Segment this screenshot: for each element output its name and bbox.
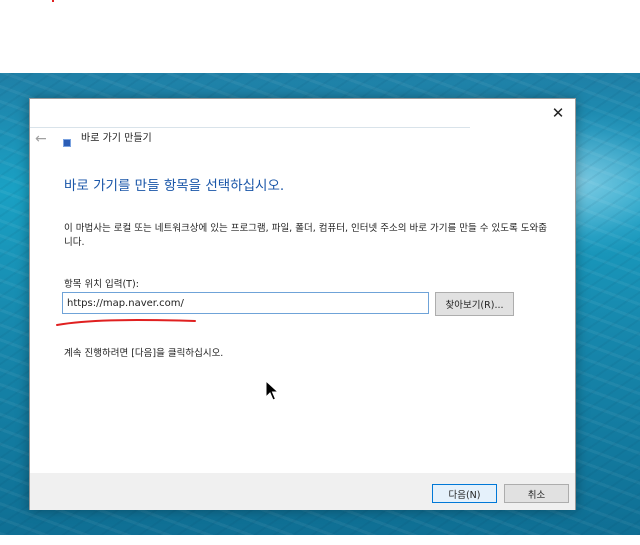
location-label: 항목 위치 입력(T):: [64, 279, 139, 290]
red-underline-annotation: [56, 319, 196, 326]
cancel-button[interactable]: 취소: [504, 484, 569, 503]
continue-hint: 계속 진행하려면 [다음]을 클릭하십시오.: [64, 348, 224, 359]
button-bar: 다음(N) 취소: [30, 473, 575, 510]
next-button[interactable]: 다음(N): [432, 484, 497, 503]
create-shortcut-dialog: ✕ ← 바로 가기 만들기 바로 가기를 만들 항목을 선택하십시오. 이 마법…: [29, 98, 576, 510]
wizard-description: 이 마법사는 로컬 또는 네트워크상에 있는 프로그램, 파일, 폴더, 컴퓨터…: [64, 223, 547, 248]
location-input[interactable]: [62, 292, 429, 314]
annotation-dot: [52, 0, 54, 2]
browse-button[interactable]: 찾아보기(R)...: [435, 292, 514, 316]
title-bar: ← 바로 가기 만들기: [30, 127, 470, 152]
bottom-blank-area: [0, 535, 640, 545]
back-arrow-icon[interactable]: ←: [35, 128, 47, 150]
mouse-cursor-icon: [265, 380, 279, 401]
dialog-title: 바로 가기 만들기: [81, 133, 152, 144]
screen: ✕ ← 바로 가기 만들기 바로 가기를 만들 항목을 선택하십시오. 이 마법…: [0, 0, 640, 545]
close-icon[interactable]: ✕: [547, 102, 569, 124]
shortcut-wizard-icon: [63, 139, 71, 147]
top-blank-area: [0, 0, 640, 73]
wizard-heading: 바로 가기를 만들 항목을 선택하십시오.: [64, 178, 285, 194]
